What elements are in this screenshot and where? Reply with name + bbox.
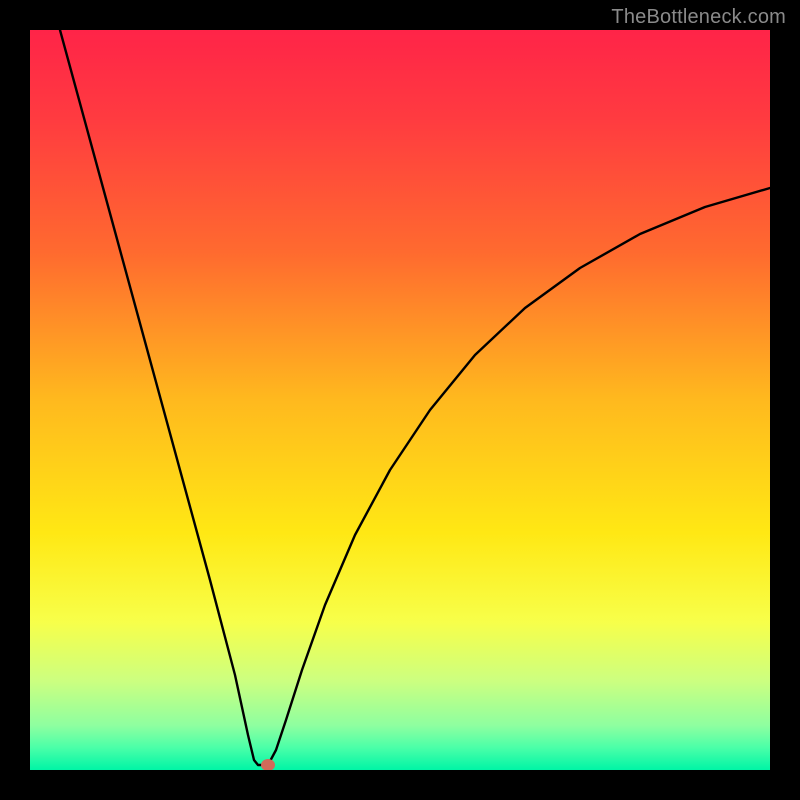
minimum-marker-icon bbox=[261, 759, 275, 770]
watermark-text: TheBottleneck.com bbox=[611, 6, 786, 29]
outer-frame: TheBottleneck.com bbox=[0, 0, 800, 800]
plot-area bbox=[30, 30, 770, 770]
bottleneck-curve bbox=[30, 30, 770, 770]
